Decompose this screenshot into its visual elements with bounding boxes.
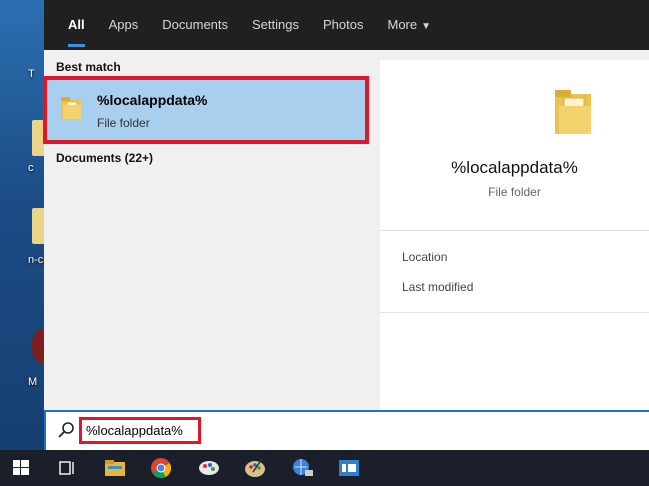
caret-down-icon: ▼ (421, 21, 432, 32)
tab-more[interactable]: More ▼ (375, 0, 443, 50)
folder-icon (61, 97, 81, 119)
search-icon (58, 422, 74, 438)
divider (380, 230, 649, 231)
tab-more-label: More (387, 17, 418, 32)
best-match-result[interactable]: %localappdata% File folder (43, 76, 369, 144)
file-explorer-icon[interactable] (102, 456, 128, 480)
tab-photos[interactable]: Photos (311, 0, 375, 50)
task-view-icon[interactable] (54, 456, 80, 480)
location-label: Location (402, 250, 448, 264)
preview-subtitle: File folder (488, 185, 541, 199)
paint-icon[interactable] (196, 456, 222, 480)
palette-icon[interactable] (242, 456, 268, 480)
tab-apps[interactable]: Apps (97, 0, 151, 50)
preview-pane: %localappdata% File folder Location Last… (380, 60, 649, 410)
folder-icon (555, 90, 591, 134)
tab-documents[interactable]: Documents (150, 0, 240, 50)
divider (380, 312, 649, 313)
best-match-subtitle: File folder (97, 116, 150, 130)
tab-settings[interactable]: Settings (240, 0, 311, 50)
preview-title: %localappdata% (451, 158, 578, 177)
best-match-heading: Best match (56, 60, 121, 74)
tab-all[interactable]: All (56, 0, 97, 50)
search-bar (44, 410, 649, 450)
search-tabs: All Apps Documents Settings Photos More ▼ (44, 0, 649, 50)
taskbar (0, 450, 649, 486)
network-icon[interactable] (290, 456, 316, 480)
search-input[interactable] (79, 417, 201, 444)
windows-search-panel: All Apps Documents Settings Photos More ▼… (43, 0, 649, 410)
best-match-title: %localappdata% (97, 92, 208, 108)
last-modified-label: Last modified (402, 280, 474, 294)
news-icon[interactable] (336, 456, 362, 480)
documents-heading[interactable]: Documents (22+) (56, 151, 153, 165)
windows-start-icon[interactable] (8, 456, 34, 480)
chrome-icon[interactable] (148, 456, 174, 480)
